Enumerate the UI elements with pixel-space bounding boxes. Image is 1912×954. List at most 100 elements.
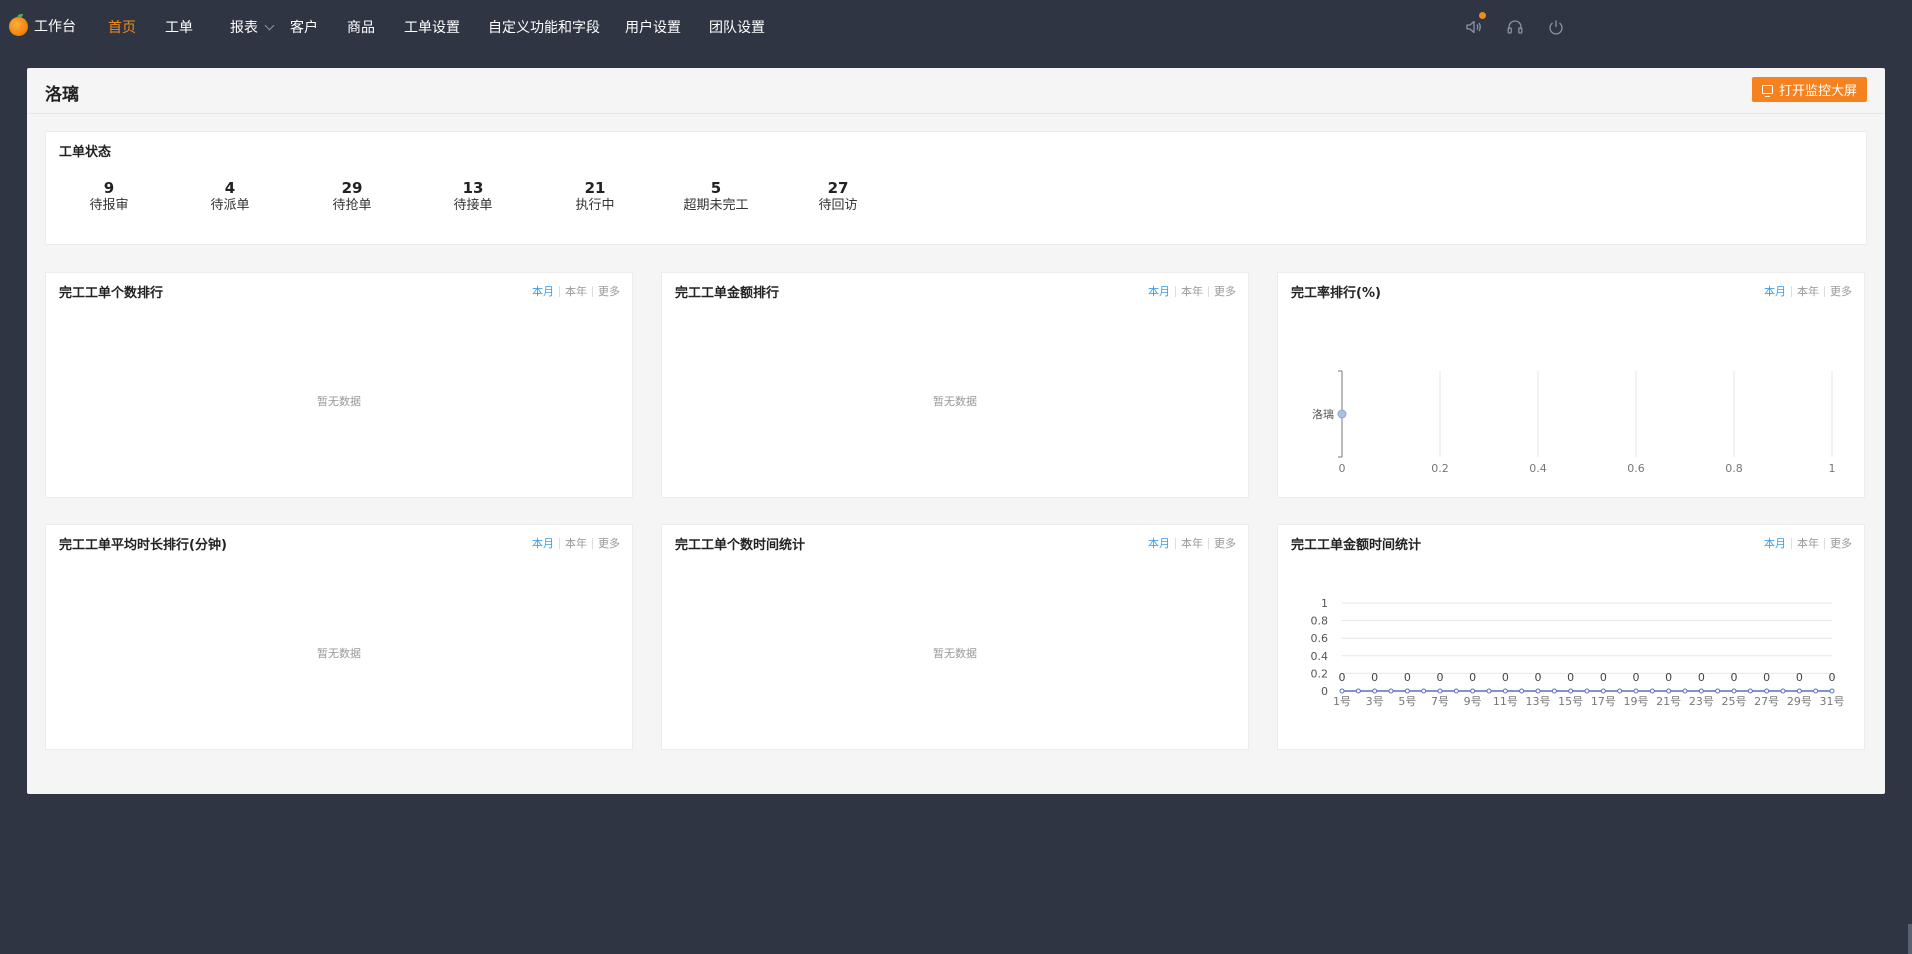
divider — [559, 285, 560, 297]
status-item-pending-grab[interactable]: 29 待抢单 — [302, 179, 402, 215]
data-point — [1437, 688, 1443, 694]
data-point — [1404, 688, 1410, 694]
period-switch: 本月 本年 更多 — [532, 283, 620, 299]
more-link[interactable]: 更多 — [1214, 283, 1236, 299]
nav-item-user-settings[interactable]: 用户设置 — [625, 17, 681, 37]
divider — [1175, 537, 1176, 549]
status-label: 执行中 — [575, 198, 615, 213]
period-year-tab[interactable]: 本年 — [1181, 283, 1203, 299]
more-link[interactable]: 更多 — [1830, 535, 1852, 551]
period-year-tab[interactable]: 本年 — [565, 283, 587, 299]
nav-item-customers[interactable]: 客户 — [290, 17, 318, 37]
period-month-tab[interactable]: 本月 — [1148, 283, 1170, 299]
period-switch: 本月 本年 更多 — [1148, 283, 1236, 299]
data-label: 0 — [1502, 671, 1509, 684]
period-month-tab[interactable]: 本月 — [1148, 535, 1170, 551]
no-data-text: 暂无数据 — [933, 395, 977, 408]
nav-item-custom-fields[interactable]: 自定义功能和字段 — [488, 17, 600, 37]
category-label: 洛璃 — [1312, 407, 1334, 421]
x-tick-label: 11号 — [1493, 695, 1518, 708]
nav-item-products[interactable]: 商品 — [347, 17, 375, 37]
x-tick-label: 31号 — [1820, 695, 1845, 708]
data-label: 0 — [1829, 671, 1836, 684]
period-switch: 本月 本年 更多 — [1148, 535, 1236, 551]
divider — [1824, 285, 1825, 297]
open-monitor-screen-label: 打开监控大屏 — [1778, 84, 1857, 99]
more-link[interactable]: 更多 — [1830, 283, 1852, 299]
period-month-tab[interactable]: 本月 — [532, 283, 554, 299]
status-label: 待报审 — [89, 198, 129, 213]
divider — [592, 537, 593, 549]
status-label: 待派单 — [210, 198, 250, 213]
y-tick-label: 0.2 — [1311, 667, 1329, 680]
no-data-text: 暂无数据 — [317, 395, 361, 408]
y-tick-label: 0 — [1321, 685, 1328, 698]
headset-icon[interactable] — [1506, 18, 1524, 36]
amount-time-chart: 00.20.40.60.810 0 0 0 0 0 0 0 0 0 0 0 0 0 0 01号 3号 5号 7号 9号… — [1311, 597, 1845, 708]
status-count: 4 — [224, 179, 236, 197]
x-tick-label: 27号 — [1754, 695, 1779, 708]
nav-item-work-order-settings[interactable]: 工单设置 — [404, 17, 460, 37]
x-tick-label: 5号 — [1398, 695, 1416, 708]
period-year-tab[interactable]: 本年 — [1181, 535, 1203, 551]
count-time-card: 完工工单个数时间统计 本月 本年 更多 暂无数据 — [661, 524, 1249, 750]
data-point — [1649, 688, 1655, 694]
status-item-pending-accept[interactable]: 13 待接单 — [423, 179, 523, 215]
period-month-tab[interactable]: 本月 — [1764, 535, 1786, 551]
period-month-tab[interactable]: 本月 — [532, 535, 554, 551]
period-year-tab[interactable]: 本年 — [1797, 283, 1819, 299]
work-order-status-card: 工单状态 9 待报审 4 待派单 29 待抢单 13 待接单 21 执行中 5 … — [45, 131, 1867, 245]
page-scrollbar[interactable] — [1908, 924, 1912, 954]
x-tick-label: 23号 — [1689, 695, 1714, 708]
x-tick-label: 17号 — [1591, 695, 1616, 708]
data-label: 0 — [1698, 671, 1705, 684]
card-title: 完工工单个数排行 — [59, 286, 164, 301]
data-point — [1470, 688, 1476, 694]
speaker-icon[interactable] — [1465, 12, 1486, 36]
status-item-pending-visit[interactable]: 27 待回访 — [788, 179, 888, 215]
card-title: 完工率排行(%) — [1291, 286, 1381, 301]
card-title: 完工工单个数时间统计 — [675, 538, 806, 553]
data-point — [1388, 688, 1394, 694]
top-navigation-bar: 工作台 首页 工单 报表 客户 商品 工单设置 自定义功能和字段 用户设置 团队… — [0, 0, 1912, 52]
nav-item-work-orders[interactable]: 工单 — [165, 17, 193, 37]
notification-dot — [1479, 12, 1486, 19]
data-point — [1780, 688, 1786, 694]
data-label: 0 — [1600, 671, 1607, 684]
orange-logo-icon — [9, 13, 28, 36]
data-point — [1372, 688, 1378, 694]
amount-time-card: 完工工单金额时间统计 本月 本年 更多 0 0.2 0.4 0.6 0.8 1 0 0 0 0 0 0… — [1277, 524, 1865, 750]
data-label: 0 — [1469, 671, 1476, 684]
data-label: 0 — [1404, 671, 1411, 684]
rate-rank-card: 完工率排行(%) 本月 本年 更多 0 0.2 0.4 0.6 0.8 1 洛璃 — [1277, 272, 1865, 498]
status-item-pending-dispatch[interactable]: 4 待派单 — [180, 179, 280, 215]
status-item-in-progress[interactable]: 21 执行中 — [545, 179, 645, 215]
period-year-tab[interactable]: 本年 — [1797, 535, 1819, 551]
y-tick-label: 0.4 — [1311, 650, 1329, 663]
period-month-tab[interactable]: 本月 — [1764, 283, 1786, 299]
panel-header: 洛璃 打开监控大屏 — [27, 68, 1885, 114]
x-tick-label: 7号 — [1431, 695, 1449, 708]
brand[interactable]: 工作台 — [9, 13, 76, 36]
status-item-pending-review[interactable]: 9 待报审 — [59, 179, 159, 215]
more-link[interactable]: 更多 — [598, 283, 620, 299]
y-tick-label: 0.8 — [1311, 615, 1329, 628]
more-link[interactable]: 更多 — [1214, 535, 1236, 551]
completion-rate-chart: 0 0.2 0.4 0.6 0.8 1 洛璃 — [1312, 370, 1836, 475]
x-tick-label: 0.8 — [1725, 462, 1743, 475]
x-tick-label: 13号 — [1526, 695, 1551, 708]
more-link[interactable]: 更多 — [598, 535, 620, 551]
x-tick-label: 29号 — [1787, 695, 1812, 708]
x-tick-label: 25号 — [1722, 695, 1747, 708]
nav-item-home[interactable]: 首页 — [108, 17, 136, 37]
period-year-tab[interactable]: 本年 — [565, 535, 587, 551]
open-monitor-screen-button[interactable]: 打开监控大屏 — [1751, 77, 1867, 102]
nav-item-reports[interactable]: 报表 — [230, 17, 275, 37]
data-label: 0 — [1535, 671, 1542, 684]
nav-item-team-settings[interactable]: 团队设置 — [709, 17, 765, 37]
data-point — [1682, 688, 1688, 694]
power-icon[interactable] — [1547, 18, 1565, 36]
status-item-overdue[interactable]: 5 超期未完工 — [666, 179, 766, 215]
divider — [1208, 285, 1209, 297]
monitor-icon — [1761, 85, 1773, 97]
